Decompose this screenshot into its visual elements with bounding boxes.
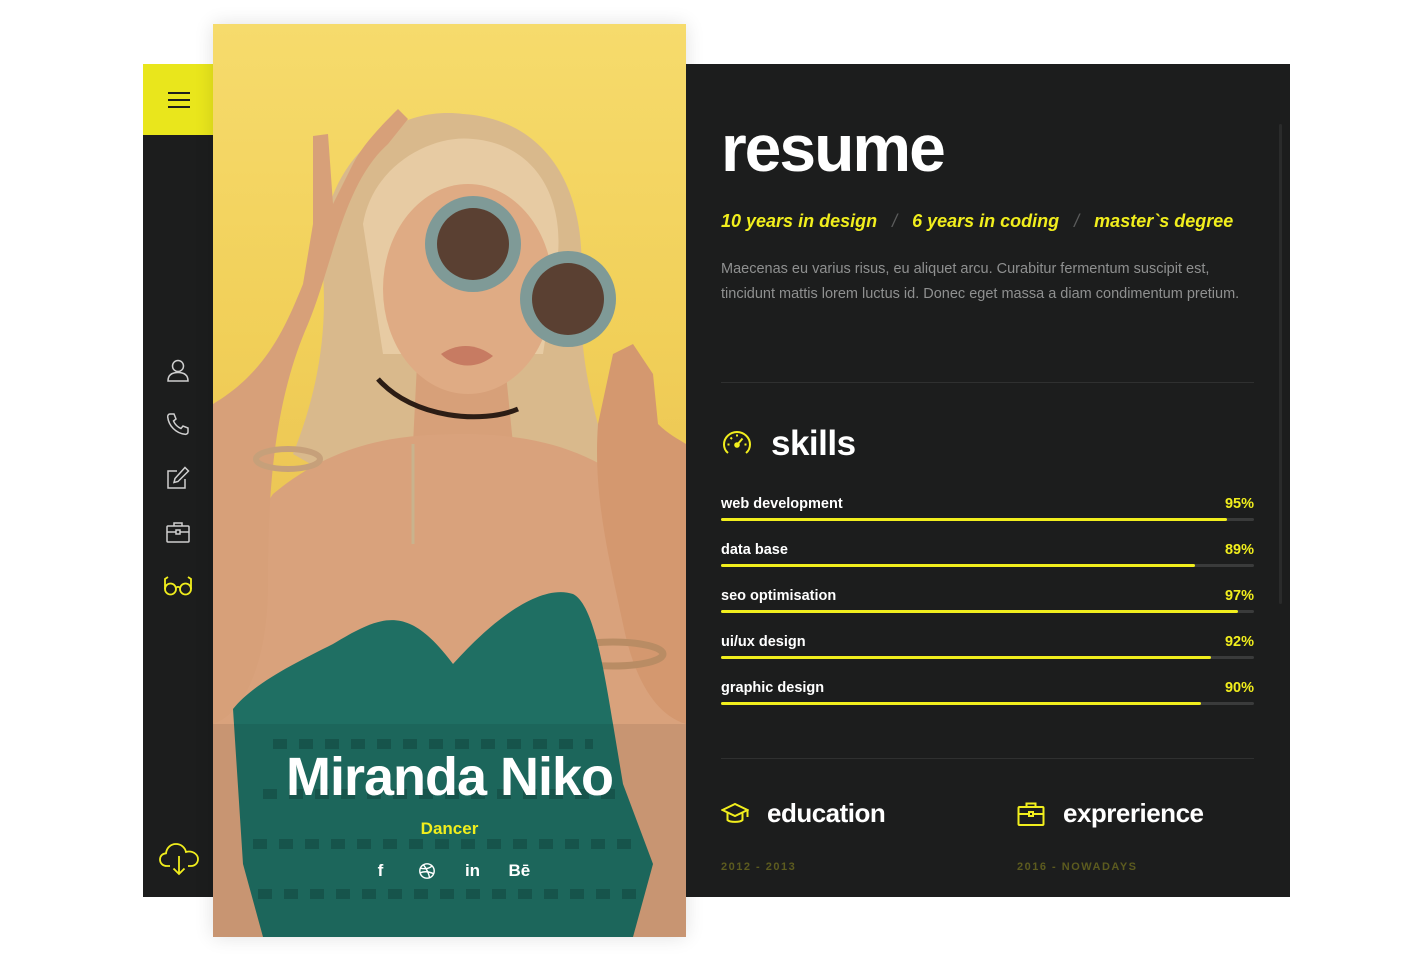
skill-progress-fill [721, 564, 1196, 567]
profile-role: Dancer [420, 819, 479, 838]
skill-row: graphic design 90% [721, 680, 1254, 726]
education-header: education [721, 798, 886, 829]
nav-resume[interactable] [163, 571, 193, 601]
highlight-coding: 6 years in coding [912, 211, 1060, 231]
skill-progress-track [721, 518, 1254, 521]
glasses-icon [164, 576, 192, 596]
skill-row: data base 89% [721, 542, 1254, 588]
skills-title: skills [771, 424, 856, 463]
skill-row: ui/ux design 92% [721, 634, 1254, 680]
resume-panel: resume 10 years in design / 6 years in c… [686, 64, 1290, 897]
skill-progress-fill [721, 656, 1212, 659]
resume-highlights: 10 years in design / 6 years in coding /… [721, 211, 1233, 232]
briefcase-icon [166, 522, 190, 543]
skill-name: data base [721, 542, 788, 558]
sidebar-nav [143, 64, 214, 897]
cloud-download-icon [159, 843, 199, 876]
page-title: resume [721, 111, 946, 185]
skill-progress-fill [721, 610, 1238, 613]
nav-about[interactable] [163, 355, 193, 385]
profile-name: Miranda Niko [285, 747, 614, 807]
skill-progress-track [721, 656, 1254, 659]
skill-percent: 95% [1224, 496, 1254, 512]
experience-period: 2016 - NOWADAYS [1017, 861, 1138, 873]
skill-percent: 92% [1224, 634, 1254, 650]
nav-contact[interactable] [163, 409, 193, 439]
education-period: 2012 - 2013 [721, 861, 797, 873]
behance-icon[interactable]: Bē [509, 860, 531, 882]
divider [721, 758, 1254, 759]
skill-name: seo optimisation [721, 588, 837, 604]
divider [721, 382, 1254, 383]
user-icon [167, 359, 189, 382]
skill-name: web development [721, 496, 843, 512]
education-title: education [767, 798, 886, 828]
intro-text: Maecenas eu varius risus, eu aliquet arc… [721, 261, 1240, 302]
profile-card: Miranda Niko Dancer f in Bē [213, 24, 686, 937]
hamburger-menu-icon [167, 91, 190, 108]
scrollbar[interactable] [1279, 124, 1282, 604]
highlight-degree: master`s degree [1094, 211, 1234, 231]
experience-header: exprerience [1017, 798, 1204, 829]
download-cv-button[interactable] [158, 839, 200, 877]
social-links: f in Bē [213, 860, 686, 882]
skill-progress-track [721, 702, 1254, 705]
briefcase-icon [1017, 802, 1045, 826]
experience-title: exprerience [1063, 798, 1204, 828]
skill-progress-track [721, 610, 1254, 613]
menu-button[interactable] [143, 64, 214, 135]
highlight-separator: / [1074, 211, 1080, 231]
skill-percent: 89% [1224, 542, 1254, 558]
skill-name: graphic design [721, 680, 825, 696]
nav-portfolio[interactable] [163, 517, 193, 547]
skill-row: seo optimisation 97% [721, 588, 1254, 634]
skills-header: skills [721, 424, 856, 464]
skill-progress-track [721, 564, 1254, 567]
highlight-design: 10 years in design [721, 211, 878, 231]
skill-progress-fill [721, 702, 1201, 705]
skill-progress-fill [721, 518, 1228, 521]
linkedin-icon[interactable]: in [463, 860, 483, 882]
skill-row: web development 95% [721, 496, 1254, 542]
dribbble-icon[interactable] [417, 860, 437, 882]
edit-icon [167, 466, 190, 489]
phone-icon [166, 413, 189, 436]
skill-percent: 97% [1224, 588, 1254, 604]
graduation-cap-icon [721, 802, 749, 823]
facebook-icon[interactable]: f [371, 860, 391, 882]
skill-name: ui/ux design [721, 634, 806, 650]
highlight-separator: / [892, 211, 898, 231]
speedometer-icon [722, 430, 752, 454]
nav-blog[interactable] [163, 463, 193, 493]
skill-percent: 90% [1224, 680, 1254, 696]
